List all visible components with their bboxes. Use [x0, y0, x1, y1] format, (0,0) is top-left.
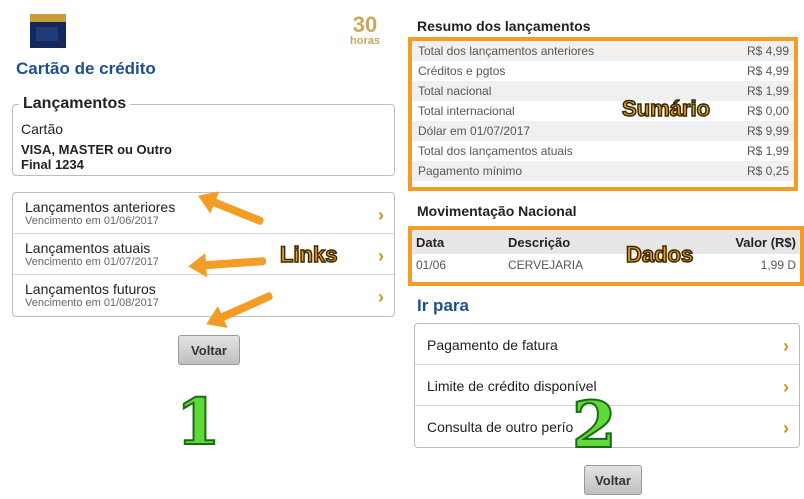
movement-table: Data Descrição Valor (R$) 01/06 CERVEJAR… [408, 226, 804, 286]
chevron-right-icon: › [783, 336, 789, 356]
summary-value: R$ 4,99 [746, 64, 789, 78]
page-title: Cartão de crédito [16, 59, 156, 78]
summary-annotation: Sumário [621, 95, 711, 122]
card-final: Final 1234 [21, 157, 84, 172]
data-annotation: Dados [625, 241, 694, 268]
summary-label: Dólar em 01/07/2017 [418, 124, 531, 138]
link-pay-invoice[interactable]: Pagamento de fatura › [415, 324, 799, 365]
summary-label: Total nacional [418, 84, 492, 98]
card-section: Lançamentos Cartão VISA, MASTER ou Outro… [12, 95, 395, 176]
summary-value: R$ 1,99 [746, 84, 789, 98]
summary-row: Dólar em 01/07/2017 R$ 9,99 [412, 121, 794, 141]
table-row: 01/06 CERVEJARIA 1,99 D [412, 254, 800, 276]
summary-label: Total internacional [418, 104, 515, 118]
summary-row: Total dos lançamentos anteriores R$ 4,99 [412, 41, 794, 61]
movement-title: Movimentação Nacional [417, 203, 577, 219]
summary-row: Total dos lançamentos atuais R$ 1,99 [412, 141, 794, 161]
summary-value: R$ 0,25 [746, 164, 789, 178]
badge-label: horas [350, 35, 380, 47]
link-subtitle: Vencimento em 01/06/2017 [25, 215, 159, 227]
badge-number: 30 [352, 12, 378, 37]
step-number: 1 [175, 384, 222, 461]
chevron-right-icon: › [783, 377, 789, 397]
summary-row: Total nacional R$ 1,99 [412, 81, 794, 101]
right-panel: Resumo dos lançamentos Total dos lançame… [404, 0, 804, 499]
back-button[interactable]: Voltar [584, 465, 642, 495]
movement-header-row: Data Descrição Valor (R$) [412, 230, 800, 254]
card-label: Cartão [21, 121, 64, 137]
summary-row: Total internacional R$ 0,00 [412, 101, 794, 121]
card-brand: VISA, MASTER ou Outro [21, 142, 172, 157]
summary-row: Pagamento mínimo R$ 0,25 [412, 161, 794, 181]
cell-value: 1,99 D [760, 258, 796, 272]
link-future-statements[interactable]: Lançamentos futuros Vencimento em 01/08/… [13, 275, 394, 316]
summary-row: Créditos e pgtos R$ 4,99 [412, 61, 794, 81]
chevron-right-icon: › [378, 246, 384, 266]
chevron-right-icon: › [783, 418, 789, 438]
summary-value: R$ 9,99 [746, 124, 789, 138]
summary-label: Total dos lançamentos atuais [418, 144, 573, 158]
step-number: 2 [571, 387, 618, 464]
summary-value: R$ 0,00 [746, 104, 789, 118]
screen: 30 horas Cartão de crédito Lançamentos C… [0, 0, 804, 499]
cell-date: 01/06 [416, 258, 447, 272]
summary-title: Resumo dos lançamentos [417, 18, 591, 34]
back-button[interactable]: Voltar [178, 335, 240, 365]
card-section-legend: Lançamentos [19, 95, 131, 113]
left-panel: 30 horas Cartão de crédito Lançamentos C… [0, 0, 404, 499]
summary-table: Total dos lançamentos anteriores R$ 4,99 … [408, 37, 798, 191]
go-to-title: Ir para [417, 296, 469, 315]
links-annotation: Links [279, 241, 338, 268]
link-label: Pagamento de fatura [427, 337, 558, 353]
link-title: Lançamentos futuros [25, 281, 156, 297]
link-label: Consulta de outro perío [427, 419, 574, 435]
summary-value: R$ 1,99 [746, 144, 789, 158]
column-header-value: Valor (R$) [735, 234, 796, 250]
summary-value: R$ 4,99 [746, 44, 789, 58]
thirty-hours-badge: 30 horas [347, 14, 383, 47]
bank-logo [30, 14, 66, 48]
summary-label: Total dos lançamentos anteriores [418, 44, 595, 58]
chevron-right-icon: › [378, 287, 384, 307]
summary-label: Pagamento mínimo [418, 164, 523, 178]
column-header-date: Data [416, 234, 445, 250]
chevron-right-icon: › [378, 205, 384, 225]
summary-label: Créditos e pgtos [418, 64, 506, 78]
link-subtitle: Vencimento em 01/08/2017 [25, 297, 159, 309]
